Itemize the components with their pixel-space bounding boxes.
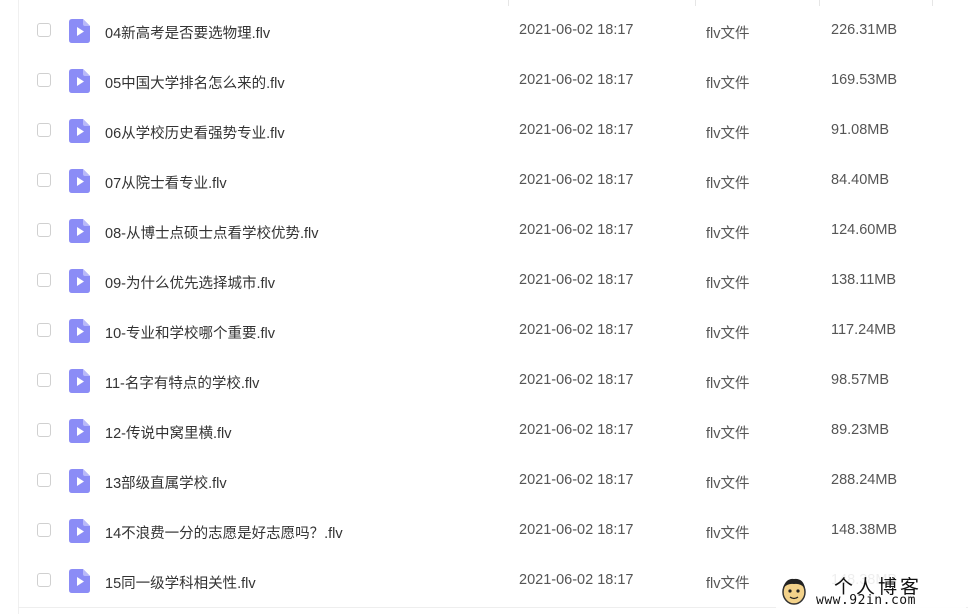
file-size: 98.57MB bbox=[831, 372, 890, 388]
video-file-icon bbox=[69, 269, 90, 293]
video-file-icon bbox=[69, 519, 90, 543]
video-file-icon bbox=[69, 169, 90, 193]
file-type: flv文件 bbox=[706, 326, 750, 342]
watermark-url: www.92in.com bbox=[816, 593, 916, 608]
watermark: 个人博客 www.92in.com bbox=[776, 570, 966, 612]
file-type: flv文件 bbox=[706, 376, 750, 392]
row-checkbox[interactable] bbox=[37, 173, 51, 187]
file-date: 2021-06-02 18:17 bbox=[519, 222, 634, 238]
file-name[interactable]: 11-名字有特点的学校.flv bbox=[105, 372, 259, 393]
row-checkbox[interactable] bbox=[37, 323, 51, 337]
file-type: flv文件 bbox=[706, 476, 750, 492]
file-type: flv文件 bbox=[706, 26, 750, 42]
row-checkbox[interactable] bbox=[37, 373, 51, 387]
file-size: 117.24MB bbox=[831, 322, 897, 338]
file-date: 2021-06-02 18:17 bbox=[519, 172, 634, 188]
file-date: 2021-06-02 18:17 bbox=[519, 322, 634, 338]
file-size: 169.53MB bbox=[831, 72, 898, 88]
video-file-icon bbox=[69, 319, 90, 343]
file-row[interactable]: 11-名字有特点的学校.flv 2021-06-02 18:17 flv文件 98.5… bbox=[0, 356, 968, 406]
file-row[interactable]: 14不浪费一分的志愿是好志愿吗？.flv 2021-06-02 18:17 flv文… bbox=[0, 506, 968, 556]
file-row[interactable]: 05中国大学排名怎么来的.flv 2021-06-02 18:17 flv文件 169… bbox=[0, 56, 968, 106]
file-size: 91.08MB bbox=[831, 122, 890, 138]
file-name[interactable]: 15同一级学科相关性.flv bbox=[105, 572, 256, 593]
file-type: flv文件 bbox=[706, 76, 750, 92]
file-type: flv文件 bbox=[706, 226, 750, 242]
row-checkbox[interactable] bbox=[37, 123, 51, 137]
file-size: 84.40MB bbox=[831, 172, 890, 188]
file-row[interactable]: 10-专业和学校哪个重要.flv 2021-06-02 18:17 flv文件 117… bbox=[0, 306, 968, 356]
row-checkbox[interactable] bbox=[37, 423, 51, 437]
file-type: flv文件 bbox=[706, 276, 750, 292]
file-row[interactable]: 04新高考是否要选物理.flv 2021-06-02 18:17 flv文件 226.… bbox=[0, 6, 968, 56]
file-name[interactable]: 13部级直属学校.flv bbox=[105, 472, 227, 493]
video-file-icon bbox=[69, 19, 90, 43]
file-type: flv文件 bbox=[706, 176, 750, 192]
row-checkbox[interactable] bbox=[37, 473, 51, 487]
file-name[interactable]: 10-专业和学校哪个重要.flv bbox=[105, 322, 275, 343]
file-size: 288.24MB bbox=[831, 472, 898, 488]
file-type: flv文件 bbox=[706, 426, 750, 442]
file-date: 2021-06-02 18:17 bbox=[519, 522, 634, 538]
video-file-icon bbox=[69, 219, 90, 243]
row-checkbox[interactable] bbox=[37, 73, 51, 87]
video-file-icon bbox=[69, 469, 90, 493]
file-name[interactable]: 06从学校历史看强势专业.flv bbox=[105, 122, 285, 143]
file-name[interactable]: 07从院士看专业.flv bbox=[105, 172, 227, 193]
file-name[interactable]: 04新高考是否要选物理.flv bbox=[105, 22, 270, 43]
file-name[interactable]: 12-传说中窝里横.flv bbox=[105, 422, 232, 443]
file-date: 2021-06-02 18:17 bbox=[519, 272, 634, 288]
file-size: 124.60MB bbox=[831, 222, 898, 238]
file-name[interactable]: 05中国大学排名怎么来的.flv bbox=[105, 72, 285, 93]
file-size: 89.23MB bbox=[831, 422, 890, 438]
file-row[interactable]: 09-为什么优先选择城市.flv 2021-06-02 18:17 flv文件 138… bbox=[0, 256, 968, 306]
file-row[interactable]: 06从学校历史看强势专业.flv 2021-06-02 18:17 flv文件 91.… bbox=[0, 106, 968, 156]
row-checkbox[interactable] bbox=[37, 573, 51, 587]
file-name[interactable]: 09-为什么优先选择城市.flv bbox=[105, 272, 275, 293]
file-row[interactable]: 13部级直属学校.flv 2021-06-02 18:17 flv文件 288.24M… bbox=[0, 456, 968, 506]
video-file-icon bbox=[69, 419, 90, 443]
video-file-icon bbox=[69, 569, 90, 593]
file-size: 138.11MB bbox=[831, 272, 897, 288]
file-date: 2021-06-02 18:17 bbox=[519, 72, 634, 88]
file-date: 2021-06-02 18:17 bbox=[519, 372, 634, 388]
file-row[interactable]: 07从院士看专业.flv 2021-06-02 18:17 flv文件 84.40MB bbox=[0, 156, 968, 206]
row-checkbox[interactable] bbox=[37, 523, 51, 537]
row-checkbox[interactable] bbox=[37, 23, 51, 37]
file-date: 2021-06-02 18:17 bbox=[519, 472, 634, 488]
file-type: flv文件 bbox=[706, 126, 750, 142]
file-date: 2021-06-02 18:17 bbox=[519, 572, 634, 588]
file-list: 04新高考是否要选物理.flv 2021-06-02 18:17 flv文件 226.… bbox=[0, 0, 968, 614]
video-file-icon bbox=[69, 69, 90, 93]
file-size: 148.38MB bbox=[831, 522, 898, 538]
cartoon-logo-icon bbox=[782, 578, 806, 605]
file-type: flv文件 bbox=[706, 526, 750, 542]
row-checkbox[interactable] bbox=[37, 223, 51, 237]
file-type: flv文件 bbox=[706, 576, 750, 592]
file-date: 2021-06-02 18:17 bbox=[519, 122, 634, 138]
file-row[interactable]: 12-传说中窝里横.flv 2021-06-02 18:17 flv文件 89.23M… bbox=[0, 406, 968, 456]
file-name[interactable]: 14不浪费一分的志愿是好志愿吗？.flv bbox=[105, 522, 343, 543]
file-name[interactable]: 08-从博士点硕士点看学校优势.flv bbox=[105, 222, 319, 243]
file-row[interactable]: 08-从博士点硕士点看学校优势.flv 2021-06-02 18:17 flv文件… bbox=[0, 206, 968, 256]
video-file-icon bbox=[69, 119, 90, 143]
file-date: 2021-06-02 18:17 bbox=[519, 422, 634, 438]
row-checkbox[interactable] bbox=[37, 273, 51, 287]
video-file-icon bbox=[69, 369, 90, 393]
file-date: 2021-06-02 18:17 bbox=[519, 22, 634, 38]
file-size: 226.31MB bbox=[831, 22, 898, 38]
